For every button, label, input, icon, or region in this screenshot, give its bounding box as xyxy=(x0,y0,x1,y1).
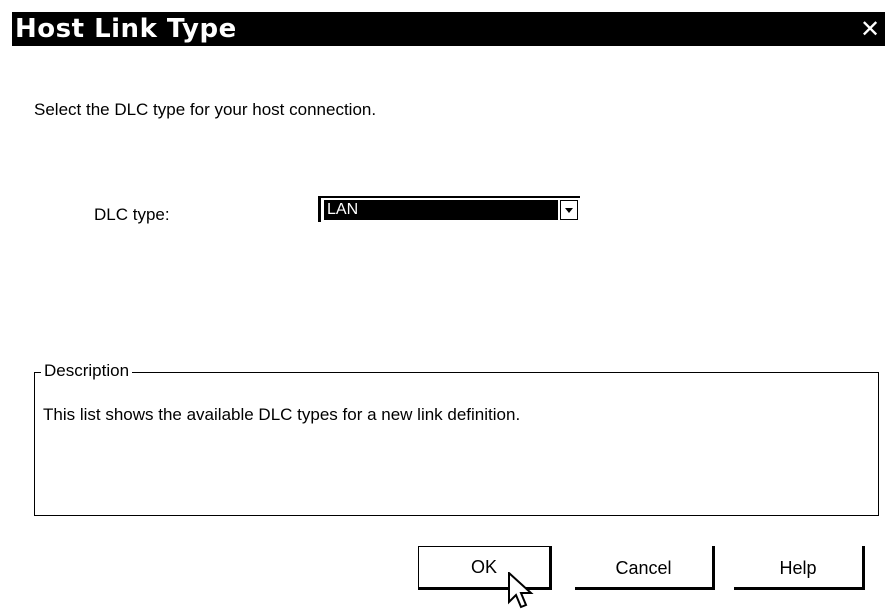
instruction-text: Select the DLC type for your host connec… xyxy=(34,100,377,119)
dlc-type-select[interactable]: LAN xyxy=(318,196,580,222)
mouse-pointer-icon xyxy=(508,572,534,609)
description-text: This list shows the available DLC types … xyxy=(43,405,521,424)
chevron-down-icon[interactable] xyxy=(560,200,578,220)
help-button[interactable]: Help xyxy=(734,546,865,590)
description-group: Description This list shows the availabl… xyxy=(34,361,879,516)
close-icon[interactable]: ✕ xyxy=(855,14,885,44)
dlc-type-label: DLC type: xyxy=(94,205,170,224)
cancel-button[interactable]: Cancel xyxy=(575,546,715,590)
description-legend: Description xyxy=(41,361,133,381)
title-bar: Host Link Type ✕ xyxy=(12,12,885,46)
dlc-type-selected-value[interactable]: LAN xyxy=(324,200,558,220)
window-title: Host Link Type xyxy=(15,14,237,44)
